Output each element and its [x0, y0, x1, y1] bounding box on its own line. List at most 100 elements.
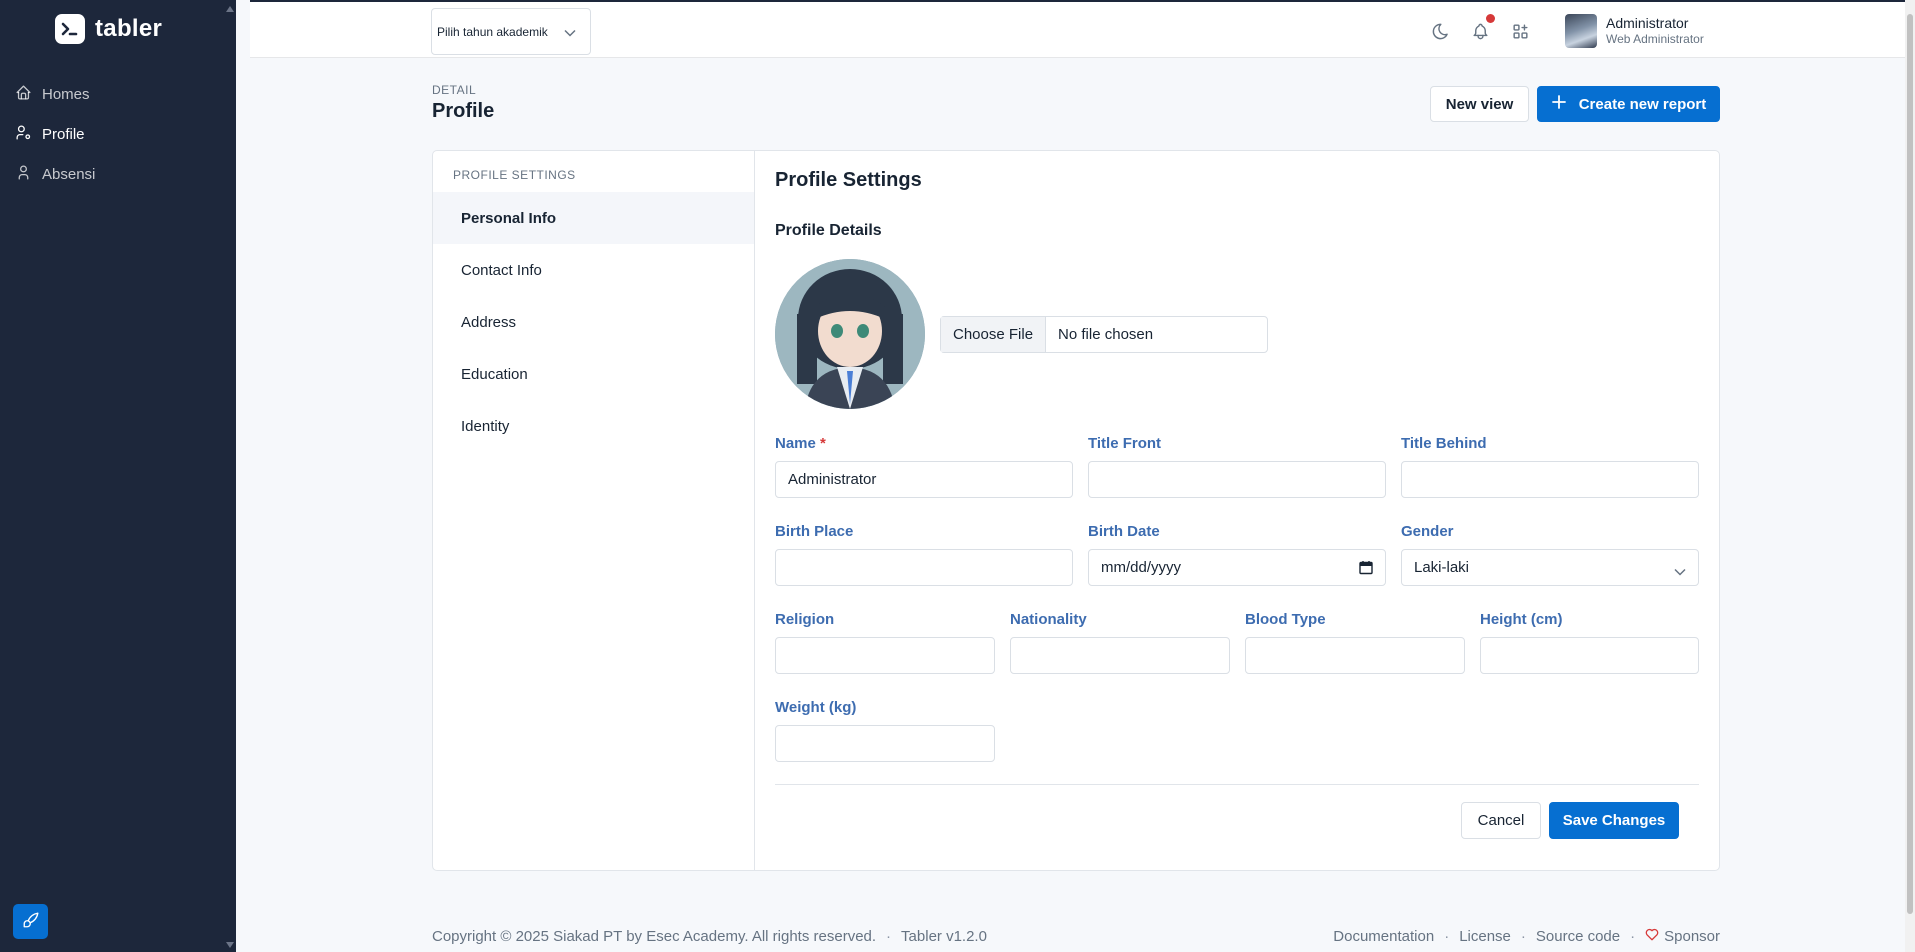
theme-settings-button[interactable]: [13, 904, 48, 939]
footer-link-license[interactable]: License: [1459, 928, 1511, 945]
settings-nav-identity[interactable]: Identity: [433, 400, 754, 452]
user-info: Administrator Web Administrator: [1606, 15, 1704, 47]
footer-left: Copyright © 2025 Siakad PT by Esec Acade…: [432, 928, 987, 945]
settings-nav: PROFILE SETTINGS Personal Info Contact I…: [433, 151, 755, 870]
user-cog-icon: [15, 124, 32, 145]
brand[interactable]: tabler: [55, 14, 162, 44]
topbar: Pilih tahun akademik Administrator Web A…: [250, 0, 1905, 58]
nationality-label: Nationality: [1010, 611, 1087, 628]
calendar-icon[interactable]: [1359, 560, 1373, 579]
gender-label: Gender: [1401, 523, 1454, 540]
sidebar-item-label: Absensi: [42, 165, 96, 183]
weight-label: Weight (kg): [775, 699, 857, 716]
cancel-button[interactable]: Cancel: [1461, 802, 1541, 839]
avatar: [1565, 14, 1597, 48]
footer-version-link[interactable]: Tabler v1.2.0: [901, 928, 987, 945]
gender-select[interactable]: Laki-laki: [1401, 549, 1699, 586]
academic-year-select-value: Pilih tahun akademik: [437, 24, 548, 39]
settings-nav-subheader: PROFILE SETTINGS: [453, 168, 576, 182]
sponsor-label: Sponsor: [1664, 928, 1720, 945]
title-behind-input[interactable]: [1401, 461, 1699, 498]
photo-file-input[interactable]: Choose File No file chosen: [940, 316, 1268, 353]
notification-badge: [1486, 14, 1495, 23]
chevron-down-icon: [1674, 563, 1686, 580]
user-role: Web Administrator: [1606, 32, 1704, 46]
footer-copyright: Copyright © 2025 Siakad PT by Esec Acade…: [432, 928, 877, 945]
footer-links: Documentation · License · Source code · …: [1333, 928, 1720, 945]
separator-dot: ·: [1444, 928, 1450, 945]
height-input[interactable]: [1480, 637, 1699, 674]
name-label: Name *: [775, 435, 826, 452]
separator-dot: ·: [1520, 928, 1526, 945]
height-label: Height (cm): [1480, 611, 1563, 628]
academic-year-select[interactable]: Pilih tahun akademik: [431, 8, 591, 55]
sidebar-item-absensi[interactable]: Absensi: [0, 154, 236, 194]
brand-name: tabler: [95, 15, 163, 42]
blood-type-input[interactable]: [1245, 637, 1465, 674]
title-front-input[interactable]: [1088, 461, 1386, 498]
brush-icon: [22, 911, 40, 932]
title-behind-label: Title Behind: [1401, 435, 1487, 452]
name-input-value: Administrator: [788, 471, 877, 488]
footer-link-documentation[interactable]: Documentation: [1333, 928, 1434, 945]
user-icon: [15, 164, 32, 185]
profile-settings-card: PROFILE SETTINGS Personal Info Contact I…: [432, 150, 1720, 871]
form-divider: [775, 784, 1699, 785]
scroll-down-arrow-icon[interactable]: [226, 942, 234, 948]
title-front-label: Title Front: [1088, 435, 1162, 452]
name-label-text: Name: [775, 435, 816, 452]
bell-icon[interactable]: [1469, 14, 1495, 42]
settings-nav-education[interactable]: Education: [433, 348, 754, 400]
settings-nav-personal-info[interactable]: Personal Info: [433, 192, 754, 244]
choose-file-button[interactable]: Choose File: [941, 317, 1047, 352]
section-title: Profile Details: [775, 222, 882, 239]
profile-photo: [775, 259, 925, 409]
page-title: Profile: [432, 100, 495, 122]
separator-dot: ·: [886, 928, 892, 945]
birth-place-input[interactable]: [775, 549, 1073, 586]
birth-date-placeholder: mm/dd/yyyy: [1101, 559, 1182, 576]
nationality-input[interactable]: [1010, 637, 1230, 674]
name-input[interactable]: Administrator: [775, 461, 1073, 498]
moon-icon[interactable]: [1429, 20, 1451, 42]
religion-input[interactable]: [775, 637, 995, 674]
save-changes-button[interactable]: Save Changes: [1549, 802, 1679, 839]
sidebar-scrollbar[interactable]: [224, 0, 236, 952]
page-pretitle: DETAIL: [432, 83, 477, 97]
religion-label: Religion: [775, 611, 835, 628]
separator-dot: ·: [1630, 928, 1636, 945]
scroll-up-arrow-icon[interactable]: [226, 6, 234, 12]
apps-icon[interactable]: [1509, 20, 1531, 42]
settings-nav-contact-info[interactable]: Contact Info: [433, 244, 754, 296]
page-scrollbar[interactable]: [1905, 0, 1915, 952]
cancel-label: Cancel: [1477, 812, 1525, 829]
settings-title: Profile Settings: [775, 169, 922, 191]
footer-link-sponsor[interactable]: Sponsor: [1645, 928, 1720, 945]
new-view-button[interactable]: New view: [1430, 86, 1529, 122]
footer-link-source-code[interactable]: Source code: [1536, 928, 1620, 945]
user-name: Administrator: [1606, 15, 1689, 31]
sidebar-item-profile[interactable]: Profile: [0, 114, 236, 154]
gender-select-value: Laki-laki: [1414, 559, 1470, 576]
sidebar-item-label: Profile: [42, 125, 85, 143]
scrollbar-thumb[interactable]: [1907, 14, 1913, 914]
heart-icon: [1645, 928, 1659, 945]
plus-icon: [1551, 94, 1567, 114]
create-report-label: Create new report: [1578, 95, 1707, 113]
birth-date-input[interactable]: mm/dd/yyyy: [1088, 549, 1386, 586]
terminal-logo-icon: [55, 14, 85, 44]
save-label: Save Changes: [1562, 812, 1666, 829]
blood-type-label: Blood Type: [1245, 611, 1326, 628]
required-marker: *: [820, 435, 826, 452]
birth-place-label: Birth Place: [775, 523, 854, 540]
weight-input[interactable]: [775, 725, 995, 762]
sidebar-item-label: Homes: [42, 85, 90, 103]
user-menu[interactable]: Administrator Web Administrator: [1565, 14, 1704, 48]
file-status: No file chosen: [1058, 326, 1154, 343]
settings-nav-address[interactable]: Address: [433, 296, 754, 348]
create-report-button[interactable]: Create new report: [1537, 86, 1720, 122]
sidebar-item-homes[interactable]: Homes: [0, 74, 236, 114]
chevron-down-icon: [564, 26, 576, 40]
birth-date-label: Birth Date: [1088, 523, 1160, 540]
sidebar-nav: Homes Profile Absensi: [0, 74, 236, 194]
